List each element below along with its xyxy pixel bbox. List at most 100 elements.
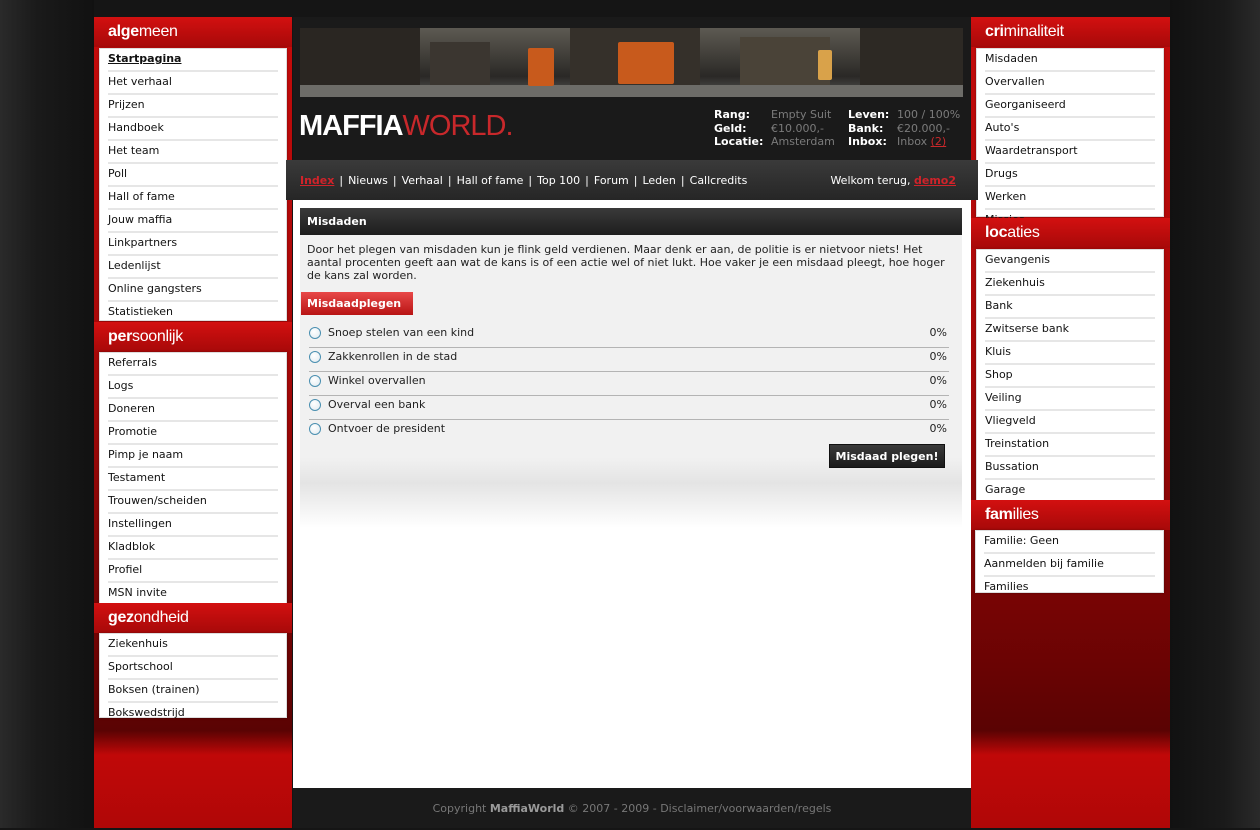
main-column: MAFFIAWORLD. Rang: Geld: Locatie: Empty …: [286, 17, 978, 828]
content-panel: Misdaden Door het plegen van misdaden ku…: [300, 208, 962, 528]
username-link[interactable]: demo2: [914, 174, 956, 187]
leven-label: Leven:: [848, 108, 890, 121]
menu-item-drugs[interactable]: Drugs: [985, 164, 1155, 187]
stats-labels-right: Leven: Bank: Inbox:: [848, 108, 889, 149]
menu-item-referrals[interactable]: Referrals: [108, 353, 278, 376]
section-title-gezondheid: gezondheid: [94, 603, 292, 633]
menu-item-shop[interactable]: Shop: [985, 365, 1155, 388]
nav-link-index[interactable]: Index: [300, 174, 334, 187]
inbox-count-link[interactable]: (2): [931, 135, 947, 148]
locatie-label: Locatie:: [714, 135, 764, 148]
menu-item-het-team[interactable]: Het team: [108, 141, 278, 164]
inbox-value: Inbox (2): [897, 135, 947, 148]
menu-item-zwitserse-bank[interactable]: Zwitserse bank: [985, 319, 1155, 342]
menu-item-prijzen[interactable]: Prijzen: [108, 95, 278, 118]
crime-radio[interactable]: [309, 375, 321, 387]
nav-links: Index | Nieuws | Verhaal | Hall of fame | Top 10…: [300, 174, 747, 187]
nav-link-nieuws[interactable]: Nieuws: [348, 174, 388, 187]
crime-radio[interactable]: [309, 399, 321, 411]
geld-label: Geld:: [714, 121, 747, 135]
inbox-label: Inbox:: [848, 135, 887, 148]
menu-item-familie-geen[interactable]: Familie: Geen: [984, 531, 1155, 554]
section-title-families: families: [971, 500, 1170, 530]
panel-title: Misdaden: [300, 208, 962, 235]
menu-item-werken[interactable]: Werken: [985, 187, 1155, 210]
menu-item-testament[interactable]: Testament: [108, 468, 278, 491]
rang-label: Rang:: [714, 108, 750, 121]
rang-value: Empty Suit: [771, 108, 832, 121]
menu-item-boksen-trainen[interactable]: Boksen (trainen): [108, 680, 278, 703]
menu-item-waardetransport[interactable]: Waardetransport: [985, 141, 1155, 164]
header: MAFFIAWORLD. Rang: Geld: Locatie: Empty …: [293, 17, 971, 160]
menu-item-startpagina[interactable]: Startpagina: [108, 49, 278, 72]
welcome-message: Welkom terug, demo2: [830, 174, 956, 187]
stats-values-right: 100 / 100% €20.000,- Inbox (2): [897, 108, 960, 149]
crime-row[interactable]: Snoep stelen van een kind 0%: [309, 324, 949, 348]
menu-item-ledenlijst[interactable]: Ledenlijst: [108, 256, 278, 279]
crime-label: Snoep stelen van een kind: [328, 326, 475, 339]
crime-radio[interactable]: [309, 351, 321, 363]
menu-item-aanmelden-bij-familie[interactable]: Aanmelden bij familie: [984, 554, 1155, 577]
menu-item-gevangenis[interactable]: Gevangenis: [985, 250, 1155, 273]
locatie-value: Amsterdam: [771, 135, 835, 148]
stats-labels-left: Rang: Geld: Locatie:: [714, 108, 763, 149]
crime-label: Zakkenrollen in de stad: [328, 350, 458, 363]
menu-item-kluis[interactable]: Kluis: [985, 342, 1155, 365]
menu-item-profiel[interactable]: Profiel: [108, 560, 278, 583]
crime-label: Ontvoer de president: [328, 422, 446, 435]
menu-item-vliegveld[interactable]: Vliegveld: [985, 411, 1155, 434]
tab-misdaadplegen[interactable]: Misdaadplegen: [301, 292, 413, 315]
menu-locaties: Gevangenis Ziekenhuis Bank Zwitserse bank Kl…: [976, 249, 1164, 519]
menu-item-bank[interactable]: Bank: [985, 296, 1155, 319]
menu-gezondheid: Ziekenhuis Sportschool Boksen (trainen) Bok…: [99, 633, 287, 719]
crime-list: Snoep stelen van een kind 0% Zakkenrollen …: [309, 324, 949, 443]
menu-item-doneren[interactable]: Doneren: [108, 399, 278, 422]
menu-item-pimp-je-naam[interactable]: Pimp je naam: [108, 445, 278, 468]
nav-link-verhaal[interactable]: Verhaal: [402, 174, 443, 187]
menu-item-ziekenhuis[interactable]: Ziekenhuis: [985, 273, 1155, 296]
menu-item-hall-of-fame[interactable]: Hall of fame: [108, 187, 278, 210]
menu-item-bussation[interactable]: Bussation: [985, 457, 1155, 480]
menu-item-instellingen[interactable]: Instellingen: [108, 514, 278, 537]
crime-radio[interactable]: [309, 327, 321, 339]
nav-link-leden[interactable]: Leden: [642, 174, 675, 187]
nav-separator: |: [680, 174, 685, 187]
menu-item-online-gangsters[interactable]: Online gangsters: [108, 279, 278, 302]
crime-row[interactable]: Winkel overvallen 0%: [309, 372, 949, 396]
menu-item-trouwen-scheiden[interactable]: Trouwen/scheiden: [108, 491, 278, 514]
menu-item-overvallen[interactable]: Overvallen: [985, 72, 1155, 95]
crime-radio[interactable]: [309, 423, 321, 435]
commit-crime-button[interactable]: Misdaad plegen!: [829, 444, 945, 468]
menu-item-bokswedstrijd[interactable]: Bokswedstrijd: [108, 703, 278, 724]
menu-item-jouw-maffia[interactable]: Jouw maffia: [108, 210, 278, 233]
menu-item-poll[interactable]: Poll: [108, 164, 278, 187]
intro-text: Door het plegen van misdaden kun je flin…: [307, 243, 945, 282]
geld-value: €10.000,-: [771, 121, 824, 135]
menu-item-sportschool[interactable]: Sportschool: [108, 657, 278, 680]
nav-link-callcredits[interactable]: Callcredits: [690, 174, 748, 187]
menu-item-misdaden[interactable]: Misdaden: [985, 49, 1155, 72]
menu-item-logs[interactable]: Logs: [108, 376, 278, 399]
menu-item-promotie[interactable]: Promotie: [108, 422, 278, 445]
bank-label: Bank:: [848, 121, 884, 135]
section-title-locaties: locaties: [971, 218, 1170, 248]
menu-item-veiling[interactable]: Veiling: [985, 388, 1155, 411]
menu-item-auto-s[interactable]: Auto's: [985, 118, 1155, 141]
nav-link-top-100[interactable]: Top 100: [537, 174, 580, 187]
menu-item-kladblok[interactable]: Kladblok: [108, 537, 278, 560]
menu-item-linkpartners[interactable]: Linkpartners: [108, 233, 278, 256]
menu-item-families[interactable]: Families: [984, 577, 1155, 598]
menu-item-ziekenhuis[interactable]: Ziekenhuis: [108, 634, 278, 657]
nav-separator: |: [392, 174, 397, 187]
menu-item-georganiseerd[interactable]: Georganiseerd: [985, 95, 1155, 118]
nav-link-hall-of-fame[interactable]: Hall of fame: [457, 174, 524, 187]
crime-row[interactable]: Zakkenrollen in de stad 0%: [309, 348, 949, 372]
menu-item-het-verhaal[interactable]: Het verhaal: [108, 72, 278, 95]
menu-item-treinstation[interactable]: Treinstation: [985, 434, 1155, 457]
menu-item-handboek[interactable]: Handboek: [108, 118, 278, 141]
crime-row[interactable]: Ontvoer de president 0%: [309, 420, 949, 443]
header-photo: [300, 28, 963, 97]
crime-row[interactable]: Overval een bank 0%: [309, 396, 949, 420]
nav-link-forum[interactable]: Forum: [594, 174, 629, 187]
logo[interactable]: MAFFIAWORLD.: [299, 110, 514, 143]
